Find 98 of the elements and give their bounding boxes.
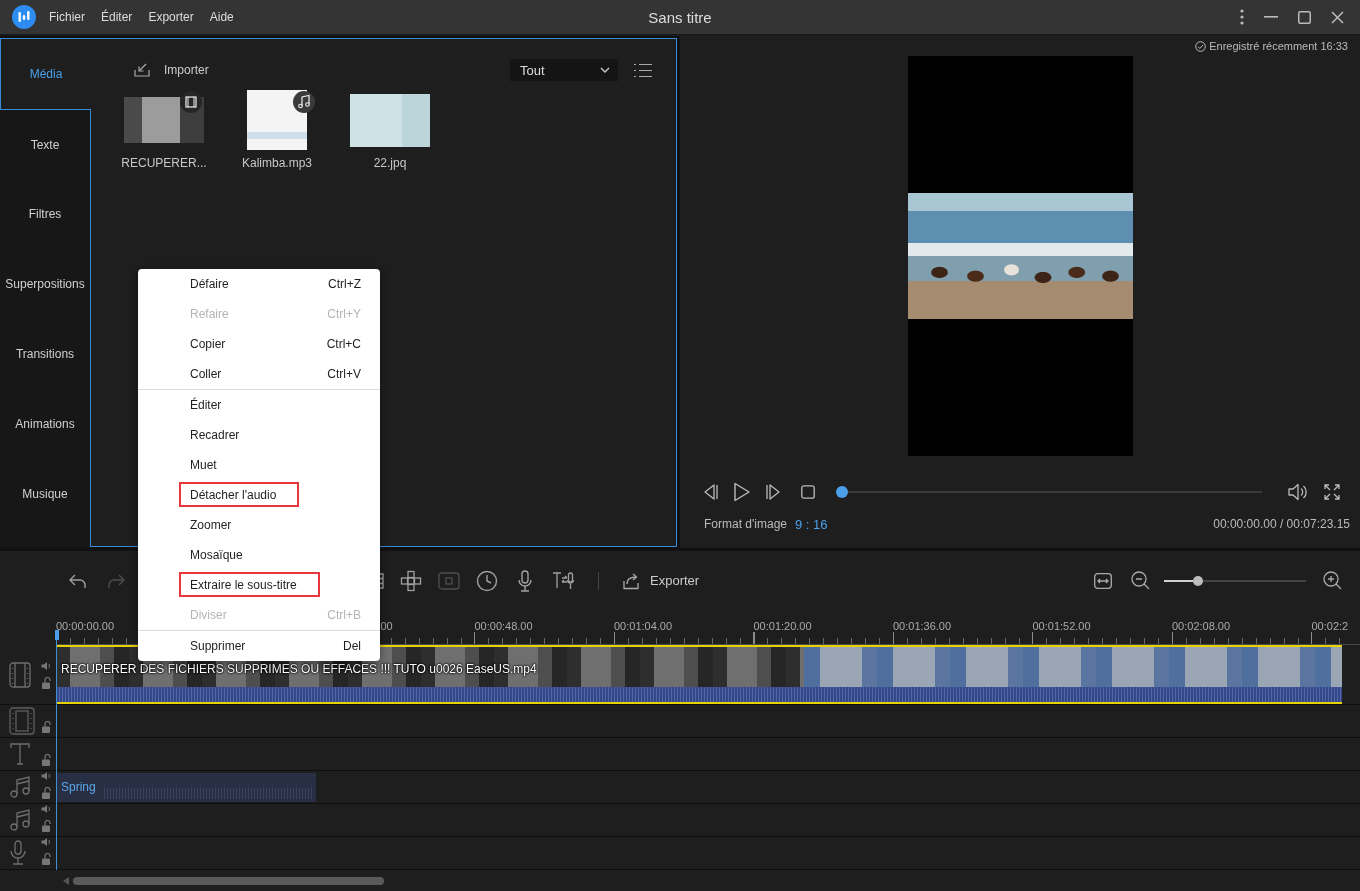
caret-icon [600, 67, 610, 73]
sidebar-tab[interactable]: Texte [0, 109, 90, 179]
lock-icon[interactable] [41, 787, 51, 799]
speaker-icon[interactable] [41, 804, 51, 814]
shortcut-label: Ctrl+Z [328, 277, 361, 291]
menu-item[interactable]: Zoomer [138, 510, 380, 540]
sidebar-tab[interactable]: Animations [0, 389, 90, 459]
time-label: 00:01:04.00 [614, 620, 673, 632]
media-file-name: Kalimba.mp3 [242, 156, 312, 170]
fit-width-icon[interactable] [1094, 572, 1112, 589]
sidebar-tab[interactable]: Superpositions [0, 249, 90, 319]
scrollbar-thumb[interactable] [73, 876, 384, 885]
music-note-icon [293, 91, 315, 113]
menu-item[interactable]: Extraire le sous-titre [138, 570, 380, 600]
menu-item[interactable]: Éditer [101, 10, 133, 24]
menu-item[interactable]: Éditer [138, 390, 380, 420]
import-button[interactable]: Importer [133, 62, 209, 78]
app-logo-icon [12, 5, 36, 29]
lock-icon[interactable] [41, 754, 51, 766]
time-label: 00:01:52.00 [1032, 620, 1091, 632]
sidebar-tab[interactable]: Musique [0, 459, 90, 529]
zoom-in-icon[interactable] [1323, 571, 1342, 590]
export-icon [622, 571, 640, 590]
lock-icon[interactable] [41, 676, 51, 689]
audio-clip[interactable]: Spring [56, 772, 316, 802]
menu-item[interactable]: Copier Ctrl+C [138, 329, 380, 359]
export-button[interactable]: Exporter [622, 571, 700, 590]
progress-slider[interactable] [836, 486, 1262, 498]
list-view-icon[interactable] [634, 62, 652, 78]
shortcut-label: Ctrl+B [327, 608, 361, 622]
aspect-ratio-value[interactable]: 9 : 16 [795, 516, 828, 532]
clip-title: RECUPERER DES FICHIERS SUPPRIMES OU EFFACES !!! TUTO u0026 EaseUS.mp4 [61, 662, 537, 676]
time-label: 00 [380, 620, 393, 632]
volume-icon[interactable] [1288, 483, 1308, 501]
slider-thumb[interactable] [836, 486, 848, 498]
microphone-icon [9, 840, 27, 866]
sidebar-tab[interactable]: Transitions [0, 319, 90, 389]
aspect-ratio-label: Format d'image [704, 517, 787, 531]
save-status: Enregistré récemment 16:33 [1209, 40, 1348, 52]
window-title: Sans titre [648, 8, 712, 26]
import-icon [133, 62, 151, 78]
film-strip-icon [9, 661, 31, 688]
menu-item[interactable]: Coller Ctrl+V [138, 359, 380, 389]
timecode: 00:00:00.00 / 00:07:23.15 [1213, 517, 1350, 531]
sidebar-tab[interactable]: Média [0, 39, 91, 109]
menu-item[interactable]: Mosaïque [138, 540, 380, 570]
menu-item[interactable]: Exporter [148, 10, 194, 24]
shortcut-label: Ctrl+Y [327, 307, 361, 321]
close-icon[interactable] [1331, 10, 1344, 24]
check-circle-icon [1195, 40, 1207, 52]
speaker-icon[interactable] [41, 771, 51, 781]
menu-item[interactable]: Fichier [49, 10, 85, 24]
text-icon [9, 742, 31, 766]
media-file-name: 22.jpq [373, 156, 407, 170]
stop-icon[interactable] [801, 485, 815, 499]
video-thumbnail[interactable] [124, 97, 204, 143]
clip-title: Spring [60, 780, 96, 794]
menu-item[interactable]: Défaire Ctrl+Z [138, 269, 380, 299]
menu-item[interactable]: Aide [209, 10, 234, 24]
video-badge-icon [180, 91, 202, 113]
grid-icon[interactable] [400, 569, 422, 592]
previous-frame-icon[interactable] [703, 483, 719, 501]
more-options-icon[interactable] [1240, 9, 1244, 25]
lock-icon[interactable] [41, 853, 51, 865]
shortcut-label: Ctrl+V [327, 367, 361, 381]
time-label: 00:02:08.00 [1172, 620, 1231, 632]
film-frame-icon [9, 707, 35, 735]
slider-thumb[interactable] [1193, 575, 1204, 586]
text-to-speech-icon[interactable] [552, 569, 574, 592]
time-label: 00:00:48.00 [474, 620, 533, 632]
sidebar-tab[interactable]: Filtres [0, 179, 90, 249]
speaker-icon[interactable] [41, 660, 51, 671]
music-note-icon [9, 775, 31, 799]
menu-item[interactable]: Détacher l'audio [138, 480, 380, 510]
album-cover-thumbnail[interactable] [247, 90, 307, 150]
next-frame-icon[interactable] [765, 483, 781, 501]
play-icon[interactable] [733, 482, 751, 502]
fullscreen-icon[interactable] [1324, 484, 1340, 500]
shortcut-label: Ctrl+C [326, 337, 361, 351]
playhead[interactable] [55, 630, 59, 870]
filter-dropdown[interactable]: Tout [510, 59, 618, 81]
menu-item[interactable]: Muet [138, 450, 380, 480]
time-label: 00:01:20.00 [753, 620, 812, 632]
speaker-icon[interactable] [41, 837, 51, 847]
time-label: 00:00:00.00 [56, 620, 115, 632]
image-thumbnail[interactable] [350, 93, 430, 147]
lock-icon[interactable] [41, 721, 51, 733]
media-file-name: RECUPERER... [121, 156, 207, 170]
lock-icon[interactable] [41, 820, 51, 832]
menu-item[interactable]: Recadrer [138, 420, 380, 450]
bracket-icon[interactable] [377, 572, 384, 589]
zoom-out-icon[interactable] [1131, 571, 1150, 590]
zoom-slider[interactable] [1164, 575, 1306, 586]
time-label: 00:02:2 [1311, 620, 1349, 632]
time-label: 00:01:36.00 [893, 620, 952, 632]
maximize-icon[interactable] [1298, 10, 1311, 24]
clock-icon[interactable] [476, 569, 498, 592]
music-note-icon [9, 808, 31, 832]
